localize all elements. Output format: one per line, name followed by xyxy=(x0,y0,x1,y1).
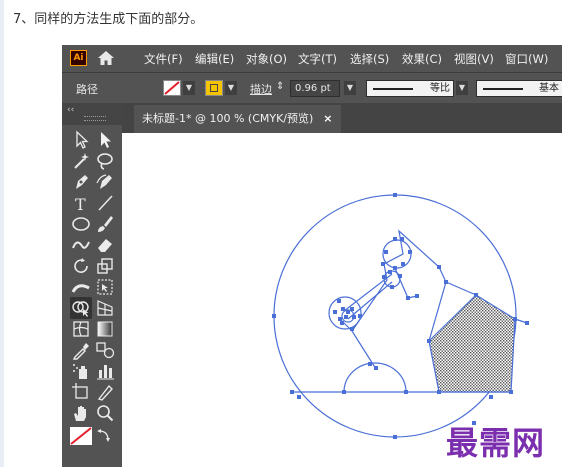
column-graph-tool-icon[interactable] xyxy=(94,360,116,382)
profile-label: 等比 xyxy=(430,83,450,94)
menu-file[interactable]: 文件(F) xyxy=(144,51,183,67)
eraser-tool-icon[interactable] xyxy=(94,234,116,256)
menu-view[interactable]: 视图(V) xyxy=(454,51,494,67)
stroke-label[interactable]: 描边 xyxy=(250,81,272,97)
menu-object[interactable]: 对象(O) xyxy=(246,51,287,67)
document-tab[interactable]: 未标题-1* @ 100 % (CMYK/预览) × xyxy=(134,105,341,133)
paintbrush-tool-icon[interactable] xyxy=(94,213,116,235)
stroke-color-swatch[interactable] xyxy=(163,80,181,96)
direct-selection-tool-icon[interactable] xyxy=(94,129,116,151)
shaper-tool-icon[interactable] xyxy=(70,234,92,256)
document-tab-bar: 未标题-1* @ 100 % (CMYK/预览) × xyxy=(122,103,562,133)
gradient-tool-icon[interactable] xyxy=(94,318,116,340)
artboard-canvas[interactable] xyxy=(122,133,562,467)
variable-width-profile[interactable]: 等比 xyxy=(366,80,454,97)
artwork xyxy=(272,193,529,439)
ellipse-tool-icon[interactable] xyxy=(70,213,92,235)
fill-stroke-swatch-icon[interactable] xyxy=(70,425,92,447)
stroke-stepper-icon[interactable]: ⇕ xyxy=(276,81,284,92)
watermark-logo: 最需网 xyxy=(446,424,546,462)
menu-bar: Ai 文件(F) 编辑(E) 对象(O) 文字(T) 选择(S) 效果(C) 视… xyxy=(62,45,562,72)
lasso-tool-icon[interactable] xyxy=(94,150,116,172)
curvature-tool-icon[interactable] xyxy=(94,171,116,193)
brush-line-icon xyxy=(483,88,523,90)
menu-select[interactable]: 选择(S) xyxy=(350,51,389,67)
scale-tool-icon[interactable] xyxy=(94,255,116,277)
shape-builder-tool-icon[interactable] xyxy=(70,297,92,319)
perspective-grid-tool-icon[interactable] xyxy=(94,297,116,319)
stroke-color-dropdown[interactable]: ▼ xyxy=(183,81,195,95)
eyedropper-tool-icon[interactable] xyxy=(70,339,92,361)
zoom-tool-icon[interactable] xyxy=(94,402,116,424)
mesh-tool-icon[interactable] xyxy=(70,318,92,340)
tools-panel: ‹‹ T xyxy=(62,103,122,467)
brush-definition[interactable]: 基本 xyxy=(476,80,562,97)
ai-logo: Ai xyxy=(70,50,87,66)
width-tool-icon[interactable] xyxy=(70,276,92,298)
swap-fill-stroke-icon[interactable] xyxy=(94,425,116,447)
panel-grip[interactable] xyxy=(84,116,106,121)
symbol-sprayer-tool-icon[interactable] xyxy=(70,360,92,382)
menu-type[interactable]: 文字(T) xyxy=(298,51,337,67)
rotate-tool-icon[interactable] xyxy=(70,255,92,277)
type-tool-icon[interactable]: T xyxy=(70,192,92,214)
document-tab-title: 未标题-1* @ 100 % (CMYK/预览) xyxy=(142,112,314,125)
artboard-tool-icon[interactable] xyxy=(70,381,92,403)
collapse-panel-icon[interactable]: ‹‹ xyxy=(67,105,74,115)
profile-line-icon xyxy=(373,88,413,90)
selection-tool-icon[interactable] xyxy=(70,129,92,151)
magic-wand-tool-icon[interactable] xyxy=(70,150,92,172)
free-transform-tool-icon[interactable] xyxy=(94,276,116,298)
step-instruction: 7、同样的方法生成下面的部分。 xyxy=(13,12,204,27)
menu-window[interactable]: 窗口(W) xyxy=(505,51,548,67)
fill-color-dropdown[interactable]: ▼ xyxy=(225,81,237,95)
object-type-label: 路径 xyxy=(76,83,98,96)
hand-tool-icon[interactable] xyxy=(70,402,92,424)
line-segment-tool-icon[interactable] xyxy=(94,192,116,214)
stroke-weight-input[interactable]: 0.96 pt xyxy=(290,80,340,97)
close-tab-icon[interactable]: × xyxy=(323,112,332,125)
slice-tool-icon[interactable] xyxy=(94,381,116,403)
blend-tool-icon[interactable] xyxy=(94,339,116,361)
menu-edit[interactable]: 编辑(E) xyxy=(195,51,234,67)
textured-pentagon xyxy=(428,294,516,393)
stroke-weight-dropdown[interactable]: ▼ xyxy=(344,81,356,95)
tools-panel-header: ‹‹ xyxy=(62,103,122,125)
illustrator-window: Ai 文件(F) 编辑(E) 对象(O) 文字(T) 选择(S) 效果(C) 视… xyxy=(62,45,562,467)
svg-text:T: T xyxy=(75,195,86,214)
fill-color-swatch[interactable] xyxy=(205,80,223,96)
control-bar: 路径 ▼ ▼ 描边 ⇕ 0.96 pt ▼ 等比 ▼ 基本 xyxy=(62,72,562,104)
home-icon[interactable] xyxy=(96,49,116,67)
brush-label: 基本 xyxy=(539,83,559,94)
profile-dropdown[interactable]: ▼ xyxy=(456,81,468,95)
content-left-rule xyxy=(0,0,4,467)
pen-tool-icon[interactable] xyxy=(70,171,92,193)
menu-effect[interactable]: 效果(C) xyxy=(402,51,442,67)
